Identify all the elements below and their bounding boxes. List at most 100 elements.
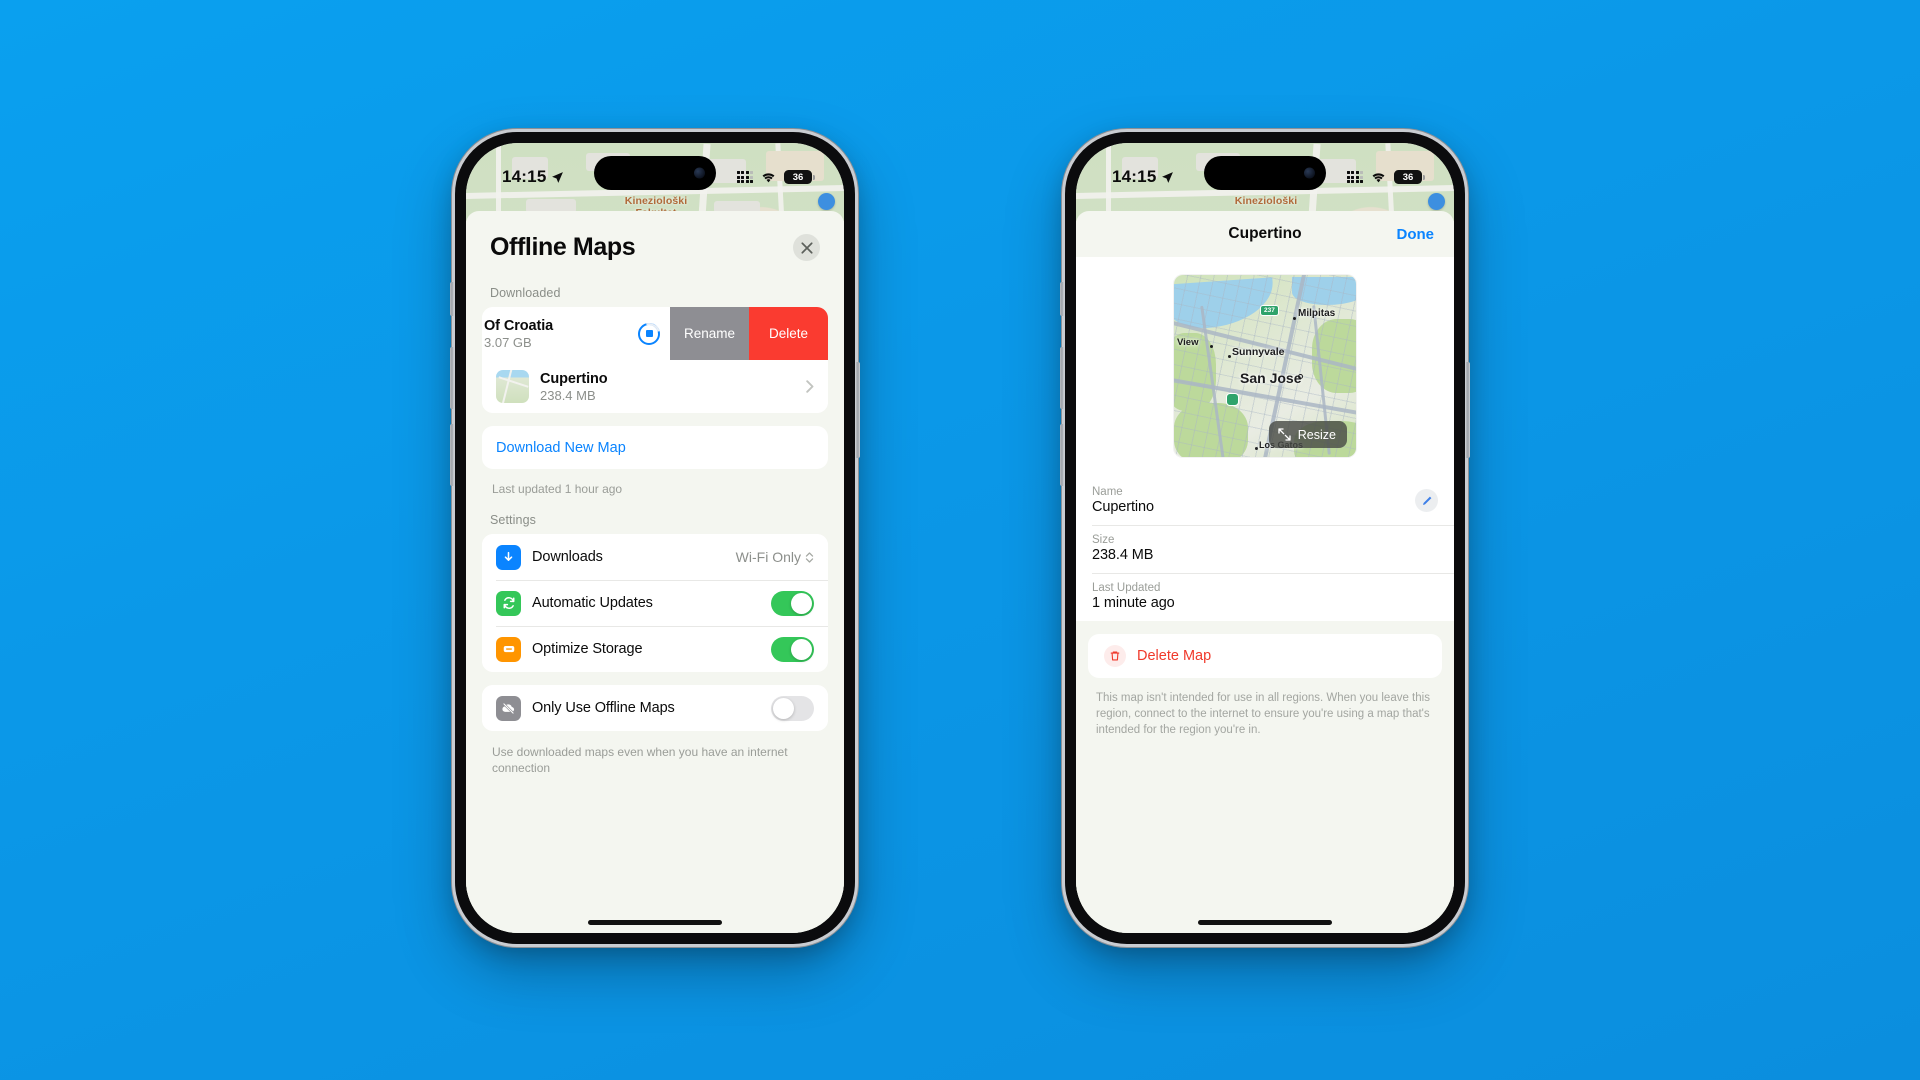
last-updated-text: Last updated 1 hour ago [492,482,623,496]
info-row-size: Size 238.4 MB [1076,525,1454,573]
power-button[interactable] [1466,362,1470,458]
status-time: 14:15 [502,167,547,186]
pencil-edit-icon[interactable] [1415,489,1438,512]
settings-row-optimize-storage[interactable]: Optimize Storage [482,626,828,672]
refresh-arrows-icon [496,590,521,616]
settings-label: Automatic Updates [532,595,653,611]
info-value: 238.4 MB [1092,547,1154,563]
power-button[interactable] [856,362,860,458]
map-preview-card: 237 Milpitas View Sunnyvale San Jose Los… [1076,257,1454,477]
volume-down-button[interactable] [450,424,454,486]
location-arrow-icon [552,171,564,183]
chevron-up-down-icon [805,551,814,563]
map-city-label: San Jose [1240,370,1302,386]
croatia-row-content[interactable]: Of Croatia 3.07 GB [482,307,670,360]
automatic-updates-toggle[interactable] [771,590,814,616]
front-camera-icon [694,167,705,179]
downloaded-maps-card: Of Croatia 3.07 GB Rename Delete Cuperti… [482,307,828,413]
settings-row-downloads[interactable]: Downloads Wi-Fi Only [482,534,828,580]
delete-map-button[interactable]: Delete Map [1088,634,1442,678]
settings-label: Optimize Storage [532,641,643,657]
map-preview[interactable]: 237 Milpitas View Sunnyvale San Jose Los… [1174,275,1356,457]
page-title: Cupertino [1228,225,1302,242]
downloads-value[interactable]: Wi-Fi Only [736,549,814,565]
info-key: Last Updated [1092,582,1161,594]
info-row-name[interactable]: Name Cupertino [1076,477,1454,525]
map-size: 3.07 GB [484,334,532,350]
offline-maps-footnote: Use downloaded maps even when you have a… [492,745,788,775]
close-icon[interactable] [793,234,820,261]
cellular-signal-icon [1346,171,1363,183]
status-bar-time-group: 14:15 [1112,167,1174,187]
downloaded-section-header: Downloaded [490,286,561,300]
map-name: Of Croatia [484,317,554,334]
settings-label: Downloads [532,549,603,565]
info-value: Cupertino [1092,499,1154,515]
left-phone-screen: Kineziološki Fakultet 14:15 [466,143,844,933]
info-row-last-updated: Last Updated 1 minute ago [1076,573,1454,621]
battery-indicator: 36 [1394,170,1425,184]
chevron-right-icon [806,380,814,393]
cloud-slash-icon [496,695,521,721]
map-disclaimer: This map isn't intended for use in all r… [1096,692,1430,736]
offline-only-card: Only Use Offline Maps [482,685,828,731]
cellular-signal-icon [736,171,753,183]
download-new-map-button[interactable]: Download New Map [482,426,828,469]
map-size: 238.4 MB [540,387,596,403]
map-info-card: Name Cupertino Size 238.4 MB Last Update… [1076,477,1454,621]
table-row[interactable]: Of Croatia 3.07 GB Rename Delete [482,307,828,360]
volume-up-button[interactable] [1060,347,1064,409]
settings-row-only-offline-maps[interactable]: Only Use Offline Maps [482,685,828,731]
settings-section-header: Settings [490,513,536,527]
page-title: Offline Maps [490,233,636,261]
status-bar-indicators: 36 [736,170,815,184]
info-key: Size [1092,534,1115,546]
wifi-icon [762,172,775,182]
delete-button[interactable]: Delete [749,307,828,360]
silent-switch[interactable] [1060,282,1064,316]
trash-icon [1104,645,1126,667]
resize-button[interactable]: Resize [1268,421,1347,448]
settings-row-automatic-updates[interactable]: Automatic Updates [482,580,828,626]
status-bar-time-group: 14:15 [502,167,564,187]
status-bar-indicators: 36 [1346,170,1425,184]
map-name: Cupertino [540,370,608,387]
volume-down-button[interactable] [1060,424,1064,486]
delete-map-label: Delete Map [1137,648,1212,664]
silent-switch[interactable] [450,282,454,316]
table-row[interactable]: Cupertino 238.4 MB [482,360,828,413]
map-thumbnail [496,370,529,403]
map-detail-sheet: Cupertino Done 237 Milpitas View Sunnyva… [1076,211,1454,933]
info-value: 1 minute ago [1092,595,1175,611]
route-shield: 237 [1260,305,1279,316]
settings-label: Only Use Offline Maps [532,700,675,716]
navigation-bar: Cupertino Done [1076,211,1454,257]
right-phone-screen: Kineziološki 14:15 36 Cupertino Done 237… [1076,143,1454,933]
sheet-header: Offline Maps [466,211,844,268]
done-button[interactable]: Done [1397,226,1435,243]
volume-up-button[interactable] [450,347,454,409]
info-key: Name [1092,486,1123,498]
settings-card: Downloads Wi-Fi Only Automatic Updates O… [482,534,828,672]
download-progress-icon[interactable] [638,322,660,345]
map-city-label: Milpitas [1298,308,1336,319]
map-park-icon [1226,393,1239,406]
location-arrow-icon [1162,171,1174,183]
wifi-icon [1372,172,1385,182]
dynamic-island [1204,156,1326,190]
storage-drive-icon [496,636,521,662]
download-new-map-card: Download New Map [482,426,828,469]
resize-arrows-icon [1278,428,1291,441]
map-city-label: View [1177,337,1199,348]
optimize-storage-toggle[interactable] [771,636,814,662]
front-camera-icon [1304,167,1315,179]
battery-indicator: 36 [784,170,815,184]
rename-button[interactable]: Rename [670,307,749,360]
right-phone-device: Kineziološki 14:15 36 Cupertino Done 237… [1060,132,1470,944]
left-phone-device: Kineziološki Fakultet 14:15 [450,132,860,944]
only-offline-maps-toggle[interactable] [771,695,814,721]
offline-maps-sheet: Offline Maps Downloaded Of Croatia 3.07 … [466,211,844,933]
dynamic-island [594,156,716,190]
home-indicator[interactable] [588,920,722,925]
home-indicator[interactable] [1198,920,1332,925]
